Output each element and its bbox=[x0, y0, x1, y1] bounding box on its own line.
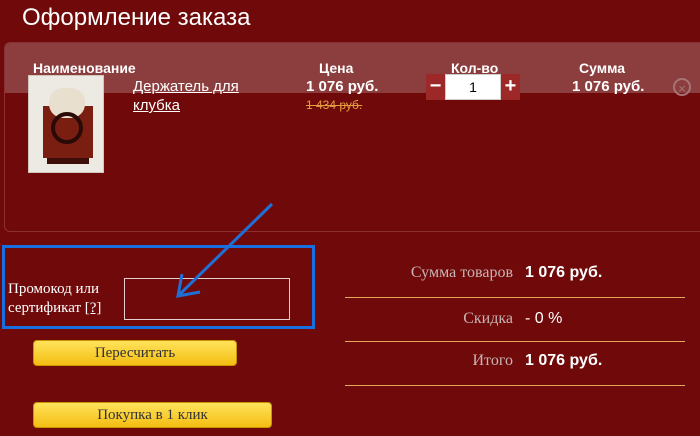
qty-minus-button[interactable]: − bbox=[426, 74, 445, 100]
product-name-link[interactable]: Держатель для клубка bbox=[133, 77, 263, 115]
item-price: 1 076 руб. bbox=[306, 78, 379, 95]
column-price: Цена bbox=[319, 60, 354, 76]
summary-goods-label: Сумма товаров bbox=[410, 264, 513, 281]
promo-label: Промокод или сертификат [?] bbox=[8, 280, 123, 318]
recalculate-button[interactable]: Пересчитать bbox=[33, 340, 237, 366]
promo-help-link[interactable]: [?] bbox=[85, 300, 102, 316]
summary-divider bbox=[345, 297, 685, 298]
summary-discount-label: Скидка bbox=[463, 310, 513, 327]
annotation-arrow-icon bbox=[176, 202, 274, 298]
page-title: Оформление заказа bbox=[22, 4, 251, 31]
quantity-input[interactable] bbox=[445, 74, 501, 100]
summary-goods-value: 1 076 руб. bbox=[525, 264, 603, 281]
summary-discount: Скидка - 0 % bbox=[345, 310, 685, 354]
one-click-buy-button[interactable]: Покупка в 1 клик bbox=[33, 402, 272, 428]
column-name: Наименование bbox=[33, 60, 136, 76]
summary-divider bbox=[345, 385, 685, 386]
summary-divider bbox=[345, 341, 685, 342]
summary-total: Итого 1 076 руб. bbox=[345, 352, 685, 396]
column-sum: Сумма bbox=[579, 60, 626, 76]
summary-total-value: 1 076 руб. bbox=[525, 352, 603, 369]
cart-table: Наименование Цена Кол-во Сумма bbox=[4, 42, 700, 232]
item-old-price: 1 434 руб. bbox=[306, 98, 363, 112]
summary-goods: Сумма товаров 1 076 руб. bbox=[345, 264, 685, 308]
item-sum: 1 076 руб. bbox=[572, 78, 645, 95]
quantity-stepper: − + bbox=[426, 74, 520, 100]
summary-discount-value: - 0 % bbox=[525, 310, 563, 327]
remove-item-icon[interactable]: × bbox=[673, 78, 691, 96]
product-image[interactable] bbox=[28, 75, 104, 173]
summary-total-label: Итого bbox=[472, 352, 514, 369]
qty-plus-button[interactable]: + bbox=[501, 74, 520, 100]
